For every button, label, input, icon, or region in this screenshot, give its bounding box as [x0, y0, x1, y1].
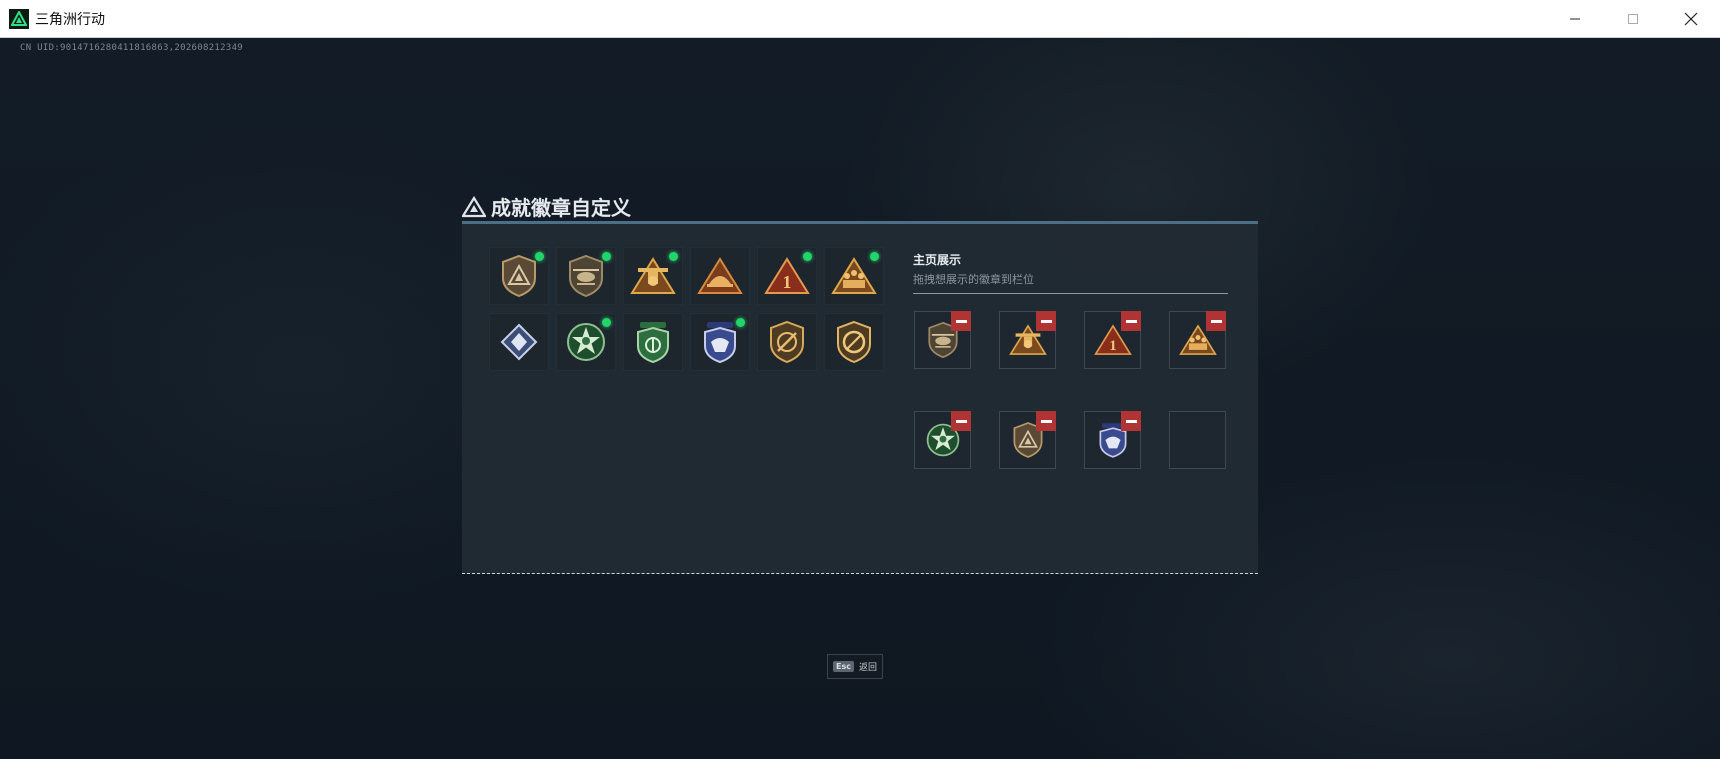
- maximize-button[interactable]: [1604, 0, 1662, 38]
- badge-cell[interactable]: [623, 313, 683, 371]
- minus-icon: [1040, 419, 1052, 423]
- showcase-slot-4[interactable]: [1169, 311, 1226, 369]
- remove-badge-button[interactable]: [1206, 311, 1226, 331]
- remove-badge-button[interactable]: [951, 311, 971, 331]
- back-label: 返回: [858, 663, 877, 673]
- badge-cell[interactable]: [489, 313, 549, 371]
- new-indicator: [870, 252, 879, 261]
- gold-triangle-soldiers-badge-icon: [831, 257, 877, 294]
- close-icon: [1684, 12, 1698, 26]
- red-triangle-number-one-badge-icon: 1: [764, 257, 810, 294]
- svg-text:1: 1: [1109, 338, 1116, 354]
- remove-badge-button[interactable]: [951, 411, 971, 431]
- minus-icon: [1125, 419, 1137, 423]
- blue-police-eagle-badge-icon: [704, 322, 736, 364]
- helicopter-shield-badge-icon: [569, 254, 603, 298]
- badge-cell[interactable]: [690, 313, 750, 371]
- showcase-slot-1[interactable]: [914, 311, 971, 369]
- badge-cell[interactable]: [757, 313, 817, 371]
- back-button[interactable]: Esc 返回: [827, 654, 883, 679]
- minus-icon: [955, 419, 967, 423]
- minus-icon: [955, 319, 967, 323]
- remove-badge-button[interactable]: [1121, 411, 1141, 431]
- showcase-slot-3[interactable]: 1: [1084, 311, 1141, 369]
- showcase-slot-6[interactable]: [999, 411, 1056, 469]
- badge-cell[interactable]: [623, 247, 683, 305]
- window-title: 三角洲行动: [35, 11, 105, 28]
- svg-text:1: 1: [783, 272, 792, 292]
- new-indicator: [736, 318, 745, 327]
- gold-shield-ring-badge-icon: [837, 320, 871, 364]
- minus-icon: [1210, 319, 1222, 323]
- badge-customize-panel: 1 主页展示 拖拽想展示的徽章到栏位 1: [462, 221, 1258, 574]
- blue-diamond-gem-badge-icon: [500, 323, 538, 361]
- new-indicator: [602, 318, 611, 327]
- remove-badge-button[interactable]: [1036, 411, 1056, 431]
- app-logo-icon: [9, 8, 29, 29]
- badge-collection-grid: 1: [489, 247, 884, 371]
- badge-cell[interactable]: [489, 247, 549, 305]
- showcase-subheading: 拖拽想展示的徽章到栏位: [913, 273, 1034, 286]
- uid-label: CN UID:9014716280411816863,202608212349: [20, 43, 244, 53]
- minimize-icon: [1570, 18, 1580, 20]
- remove-badge-button[interactable]: [1121, 311, 1141, 331]
- green-shield-emblem-badge-icon: [637, 322, 669, 364]
- new-indicator: [803, 252, 812, 261]
- window-titlebar: 三角洲行动: [0, 0, 1720, 38]
- orange-triangle-dome-badge-icon: [697, 257, 743, 294]
- new-indicator: [669, 252, 678, 261]
- badge-cell[interactable]: [824, 313, 884, 371]
- showcase-slot-5[interactable]: [914, 411, 971, 469]
- showcase-slot-7[interactable]: [1084, 411, 1141, 469]
- bronze-shield-delta-badge-icon: [502, 254, 536, 298]
- badge-cell[interactable]: [556, 247, 616, 305]
- showcase-header: 主页展示 拖拽想展示的徽章到栏位: [913, 251, 1228, 294]
- new-indicator: [602, 252, 611, 261]
- game-viewport: CN UID:9014716280411816863,202608212349 …: [0, 38, 1720, 759]
- minimize-button[interactable]: [1546, 0, 1604, 38]
- showcase-heading: 主页展示: [913, 253, 962, 267]
- showcase-divider: [913, 293, 1228, 294]
- esc-key-hint: Esc: [833, 661, 854, 672]
- green-star-wreath-badge-icon: [567, 323, 605, 361]
- panel-title: 成就徽章自定义: [491, 196, 631, 220]
- badge-cell[interactable]: [690, 247, 750, 305]
- close-button[interactable]: [1662, 0, 1720, 38]
- delta-triangle-icon: [462, 195, 486, 217]
- gold-triangle-tower-badge-icon: [630, 257, 676, 294]
- showcase-slot-8-empty[interactable]: [1169, 411, 1226, 469]
- panel-header: 成就徽章自定义: [462, 192, 631, 221]
- badge-cell[interactable]: [824, 247, 884, 305]
- showcase-slot-2[interactable]: [999, 311, 1056, 369]
- minus-icon: [1125, 319, 1137, 323]
- badge-cell[interactable]: 1: [757, 247, 817, 305]
- new-indicator: [535, 252, 544, 261]
- minus-icon: [1040, 319, 1052, 323]
- maximize-icon: [1628, 14, 1638, 24]
- badge-cell[interactable]: [556, 313, 616, 371]
- gold-shield-slash-badge-icon: [770, 320, 804, 364]
- remove-badge-button[interactable]: [1036, 311, 1056, 331]
